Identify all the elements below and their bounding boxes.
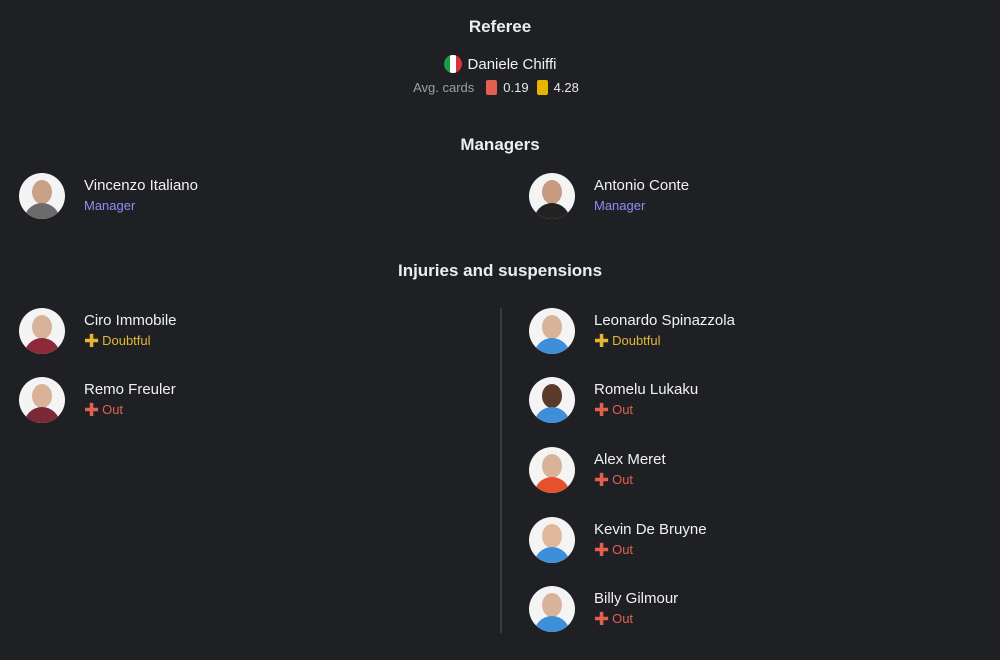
manager-away[interactable]: Antonio Conte Manager — [529, 173, 689, 219]
injury-away-3[interactable]: Kevin De Bruyne ✚ Out — [529, 517, 707, 563]
plus-icon: ✚ — [594, 540, 610, 560]
injury-home-0[interactable]: Ciro Immobile ✚ Doubtful — [19, 308, 177, 354]
avg-cards-row: Avg. cards 0.19 4.28 — [0, 80, 1000, 95]
red-card-avg: 0.19 — [503, 80, 529, 95]
plus-icon: ✚ — [84, 400, 100, 420]
status-badge: ✚ Doubtful — [594, 331, 661, 351]
avg-cards-label: Avg. cards — [413, 80, 475, 95]
status-badge: ✚ Out — [594, 470, 634, 490]
status-badge: ✚ Doubtful — [84, 331, 151, 351]
avatar — [19, 308, 65, 354]
manager-home[interactable]: Vincenzo Italiano Manager — [19, 173, 198, 219]
player-name: Remo Freuler — [84, 381, 176, 398]
status-badge: ✚ Out — [84, 400, 124, 420]
plus-icon: ✚ — [594, 400, 610, 420]
plus-icon: ✚ — [84, 331, 100, 351]
injury-away-1[interactable]: Romelu Lukaku ✚ Out — [529, 377, 698, 423]
status-badge: ✚ Out — [594, 609, 634, 629]
manager-name: Vincenzo Italiano — [84, 177, 198, 194]
plus-icon: ✚ — [594, 470, 610, 490]
player-name: Leonardo Spinazzola — [594, 312, 735, 329]
plus-icon: ✚ — [594, 609, 610, 629]
manager-name: Antonio Conte — [594, 177, 690, 194]
avatar — [19, 377, 65, 423]
avatar — [19, 173, 65, 219]
injury-away-0[interactable]: Leonardo Spinazzola ✚ Doubtful — [529, 308, 735, 354]
referee-name[interactable]: Daniele Chiffi — [468, 56, 557, 73]
injury-away-4[interactable]: Billy Gilmour ✚ Out — [529, 586, 678, 632]
avatar — [529, 377, 575, 423]
yellow-card-icon — [536, 80, 548, 95]
injury-away-2[interactable]: Alex Meret ✚ Out — [529, 447, 666, 493]
manager-role: Manager — [84, 198, 136, 213]
referee-row: Daniele Chiffi — [0, 55, 1000, 73]
player-name: Alex Meret — [594, 451, 666, 468]
avatar — [529, 586, 575, 632]
injuries-title: Injuries and suspensions — [397, 261, 603, 280]
plus-icon: ✚ — [594, 331, 610, 351]
player-name: Ciro Immobile — [84, 312, 177, 329]
red-card-icon — [486, 80, 498, 95]
player-name: Kevin De Bruyne — [594, 521, 707, 538]
player-name: Billy Gilmour — [594, 590, 679, 607]
status-badge: ✚ Out — [594, 400, 634, 420]
avatar — [529, 173, 575, 219]
avatar — [529, 447, 575, 493]
referee-title: Referee — [468, 17, 532, 36]
managers-title: Managers — [460, 135, 540, 154]
manager-role: Manager — [594, 198, 646, 213]
italy-flag-icon — [443, 55, 462, 73]
yellow-card-avg: 4.28 — [553, 80, 579, 95]
column-divider — [500, 308, 502, 633]
avatar — [529, 308, 575, 354]
status-badge: ✚ Out — [594, 540, 634, 560]
avatar — [529, 517, 575, 563]
player-name: Romelu Lukaku — [594, 381, 699, 398]
injury-home-1[interactable]: Remo Freuler ✚ Out — [19, 377, 176, 423]
